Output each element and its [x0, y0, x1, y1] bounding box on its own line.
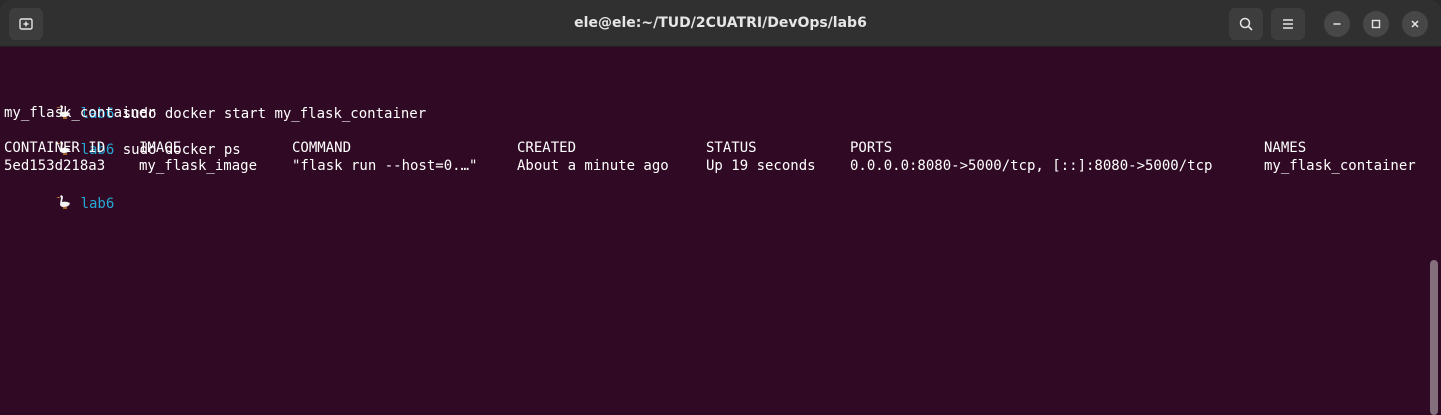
- maximize-button[interactable]: [1363, 11, 1389, 37]
- cell-names: my_flask_container: [1264, 158, 1416, 174]
- maximize-icon: [1371, 19, 1381, 29]
- prompt-line: lab6 sudo docker start my_flask_containe…: [4, 86, 426, 122]
- terminal-window: ele@ele:~/TUD/2CUATRI/DevOps/lab6 lab6 s…: [0, 0, 1441, 415]
- output-line: my_flask_container: [4, 105, 156, 121]
- header-container-id: CONTAINER ID: [4, 140, 106, 156]
- prompt-line: lab6: [4, 176, 114, 212]
- header-names: NAMES: [1264, 140, 1307, 156]
- header-image: IMAGE: [139, 140, 182, 156]
- header-status: STATUS: [706, 140, 757, 156]
- minimize-button[interactable]: [1324, 11, 1350, 37]
- scrollbar[interactable]: [1430, 260, 1438, 415]
- cell-container-id: 5ed153d218a3: [4, 158, 106, 174]
- search-button[interactable]: [1229, 8, 1263, 40]
- terminal-output[interactable]: lab6 sudo docker start my_flask_containe…: [0, 48, 1441, 415]
- goose-icon: [55, 195, 70, 209]
- title-bar: ele@ele:~/TUD/2CUATRI/DevOps/lab6: [0, 0, 1441, 47]
- menu-button[interactable]: [1271, 8, 1305, 40]
- window-title: ele@ele:~/TUD/2CUATRI/DevOps/lab6: [574, 15, 867, 31]
- hamburger-menu-icon: [1283, 19, 1293, 29]
- header-command: COMMAND: [292, 140, 352, 156]
- cell-image: my_flask_image: [139, 158, 258, 174]
- prompt-line: lab6 sudo docker ps: [4, 122, 241, 158]
- cell-command: "flask run --host=0.…": [292, 158, 478, 174]
- close-icon: [1411, 20, 1419, 28]
- header-created: CREATED: [517, 140, 577, 156]
- prompt-directory: lab6: [80, 196, 115, 212]
- cell-created: About a minute ago: [517, 158, 669, 174]
- command-text: sudo docker start my_flask_container: [114, 106, 427, 122]
- close-button[interactable]: [1402, 11, 1428, 37]
- search-icon: [1239, 17, 1253, 31]
- header-ports: PORTS: [850, 140, 893, 156]
- cell-ports: 0.0.0.0:8080->5000/tcp, [::]:8080->5000/…: [850, 158, 1213, 174]
- cell-status: Up 19 seconds: [706, 158, 816, 174]
- minimize-icon: [1333, 23, 1341, 25]
